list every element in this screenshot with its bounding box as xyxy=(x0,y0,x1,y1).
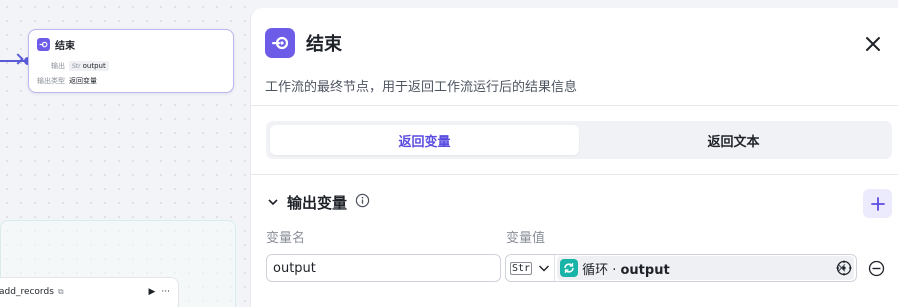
output-section-header[interactable]: 输出变量 xyxy=(267,192,370,213)
end-node-card[interactable]: 结束 输出 Str output 输出类型 返回变量 xyxy=(28,29,234,93)
add-records-node-name: add_records xyxy=(0,287,54,297)
add-variable-button[interactable] xyxy=(863,189,892,218)
chevron-down-icon xyxy=(539,265,550,272)
str-type-icon: Str xyxy=(510,261,533,275)
add-records-node[interactable]: add_records ⧉ ▶ ··· xyxy=(0,277,179,307)
panel-title: 结束 xyxy=(306,34,342,55)
divider xyxy=(251,174,898,175)
tab-return-variable[interactable]: 返回变量 xyxy=(270,125,579,155)
panel-description: 工作流的最终节点，用于返回工作流运行后的结果信息 xyxy=(265,80,578,95)
output-type-badge: Str xyxy=(72,63,81,70)
minus-circle-icon[interactable] xyxy=(868,260,885,277)
variable-value-field[interactable]: Str 循环 · output × xyxy=(505,254,857,282)
end-node-kind-value: 返回变量 xyxy=(69,77,97,85)
reference-source: 循环 xyxy=(582,262,609,278)
loop-icon xyxy=(560,259,579,277)
run-icon[interactable]: ▶ xyxy=(148,287,155,297)
return-mode-tabs: 返回变量 返回文本 xyxy=(266,121,892,159)
end-node-title: 结束 xyxy=(55,41,75,52)
end-node-kind-label: 输出类型 xyxy=(37,77,65,85)
column-name-label: 变量名 xyxy=(266,231,306,246)
reference-separator: · xyxy=(608,262,621,278)
more-icon[interactable]: ··· xyxy=(161,287,170,297)
reference-variable: output xyxy=(620,262,670,278)
tab-return-text[interactable]: 返回文本 xyxy=(579,125,888,155)
divider xyxy=(251,105,898,106)
variable-type-select[interactable]: Str xyxy=(506,255,556,281)
output-name: output xyxy=(82,62,106,70)
reference-text: 循环 · output xyxy=(582,259,670,278)
variable-reference-chip[interactable]: 循环 · output × xyxy=(557,256,854,280)
connection-arrow xyxy=(12,53,24,65)
close-icon[interactable] xyxy=(863,34,883,54)
workflow-canvas[interactable]: 结束 输出 Str output 输出类型 返回变量 add_records ⧉ … xyxy=(0,0,252,307)
end-node-panel: 结束 工作流的最终节点，用于返回工作流运行后的结果信息 返回变量 返回文本 输出… xyxy=(250,8,898,307)
column-value-label: 变量值 xyxy=(506,231,546,246)
copy-icon[interactable]: ⧉ xyxy=(58,287,64,297)
info-icon[interactable] xyxy=(355,193,370,212)
end-node-icon xyxy=(37,38,50,51)
plus-icon xyxy=(870,196,885,211)
output-section-title: 输出变量 xyxy=(287,194,348,212)
chevron-down-icon[interactable] xyxy=(267,193,279,212)
variable-name-input[interactable] xyxy=(266,254,501,282)
end-node-output-tag: Str output xyxy=(69,61,109,71)
end-node-output-label: 输出 xyxy=(51,62,65,70)
target-icon[interactable] xyxy=(836,260,852,276)
end-node-icon xyxy=(265,28,295,58)
